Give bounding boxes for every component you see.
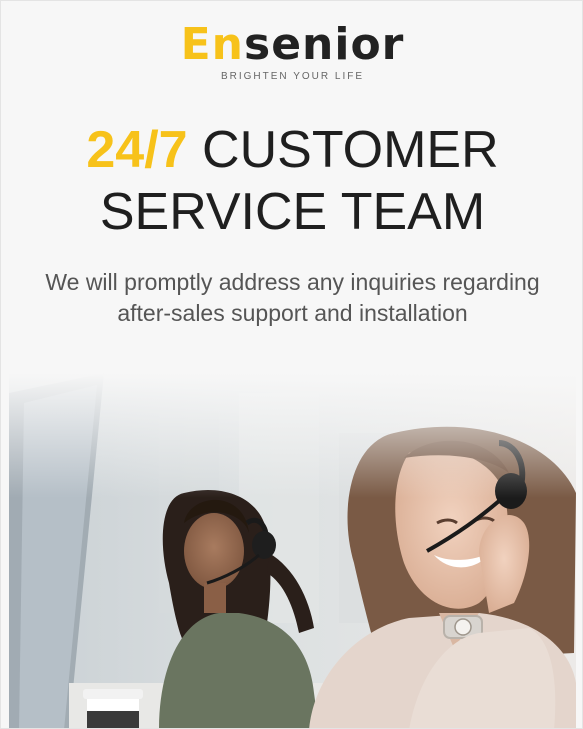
logo-rest: senior <box>244 19 405 70</box>
logo-wordmark: En senior <box>181 23 405 67</box>
headline-accent: 24/7 <box>86 121 188 179</box>
agents-photo <box>9 373 576 728</box>
headline-line-2: SERVICE TEAM <box>99 183 486 241</box>
headline-line1-rest: CUSTOMER <box>187 121 499 179</box>
brand-logo: En senior BRIGHTEN YOUR LIFE <box>1 23 582 83</box>
headline-line-1: 24/7 CUSTOMER <box>1 119 582 181</box>
ad-banner: En senior BRIGHTEN YOUR LIFE 24/7 CUSTOME… <box>0 0 583 729</box>
headline: 24/7 CUSTOMER SERVICE TEAM <box>1 119 582 243</box>
brand-tagline: BRIGHTEN YOUR LIFE <box>220 71 365 82</box>
subtext: We will promptly address any inquiries r… <box>45 269 540 326</box>
logo-en: En <box>180 19 244 70</box>
